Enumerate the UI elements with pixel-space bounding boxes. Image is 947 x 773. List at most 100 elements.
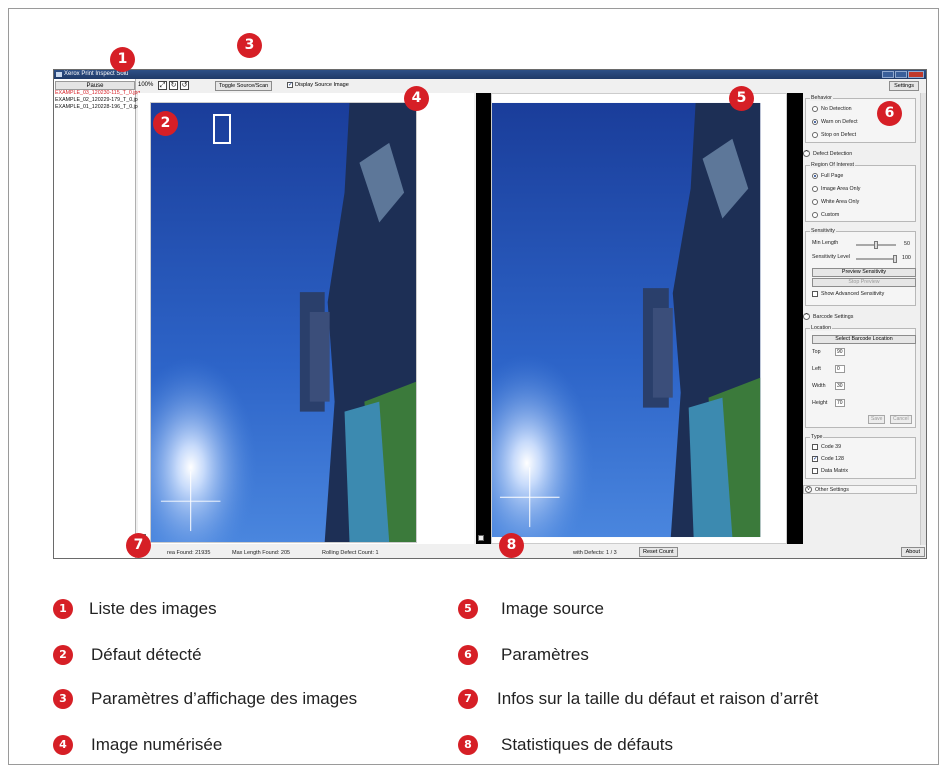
pages-with-defects: with Defects: 1 / 3 [573,550,617,556]
width-label: Width [812,383,826,389]
radio-label: White Area Only [821,199,860,205]
type-checkbox[interactable]: ✓ [812,456,818,462]
legend-text: Infos sur la taille du défaut et raison … [497,689,819,708]
callout-badge: 4 [404,86,429,111]
stop-preview-button[interactable]: Stop Preview [812,278,916,287]
sensitivity-level-slider[interactable] [856,258,896,260]
image-list-panel: Pause EXAMPLE_03_120230-115_T_0.jpg EXAM… [54,79,141,558]
legend-text: Paramètres [501,645,589,664]
callout-badge: 8 [499,533,524,558]
radio-label: Custom [821,212,840,218]
width-input[interactable]: 30 [835,382,845,390]
settings-scrollbar[interactable] [920,93,926,545]
radio-label: Warn on Defect [821,119,858,125]
left-input[interactable]: 0 [835,365,845,373]
checkbox-label: Data Matrix [821,468,849,474]
defect-detection-header[interactable]: ^ Defect Detection [803,150,852,157]
radio-button[interactable] [812,199,818,205]
fit-to-window-icon[interactable]: ⤢ [158,81,167,90]
close-icon[interactable] [908,71,924,78]
callout-badge: 3 [237,33,262,58]
radio-label: Full Page [821,173,844,179]
top-label: Top [812,349,821,355]
settings-button[interactable]: Settings [889,81,919,91]
advanced-checkbox[interactable] [812,291,818,297]
radio-white-area-only[interactable]: White Area Only [812,199,859,205]
cancel-button[interactable]: Cancel [890,415,912,424]
legend-badge: 2 [53,645,73,665]
legend-badge: 3 [53,689,73,709]
defect-highlight-box[interactable] [213,114,231,144]
height-input[interactable]: 70 [835,399,845,407]
radio-stop-on-defect[interactable]: Stop on Defect [812,132,856,138]
legend-text: Paramètres d’affichage des images [91,689,358,708]
figure-frame: Xerox Print Inspect Solu Pause EXAMPLE_0… [8,8,939,765]
show-advanced-sensitivity[interactable]: Show Advanced Sensitivity [812,291,884,297]
section-label: Defect Detection [813,150,853,157]
list-item[interactable]: EXAMPLE_01_120228-196_T_0.jpg [54,104,141,111]
minimize-icon[interactable] [882,71,894,78]
radio-button[interactable] [812,132,818,138]
sensitivity-level-thumb[interactable] [893,255,897,263]
rotate-left-icon[interactable]: ↺ [180,81,189,90]
other-settings-header[interactable]: v Other Settings [803,485,917,494]
source-image-panel [476,93,846,544]
window-controls [882,71,924,78]
list-item[interactable]: EXAMPLE_03_120230-115_T_0.jpg [54,90,140,97]
save-button[interactable]: Save [868,415,886,424]
select-barcode-location-button[interactable]: Select Barcode Location [812,335,916,344]
expand-icon[interactable]: v [805,486,812,493]
toggle-source-scan-button[interactable]: Toggle Source/Scan [215,81,273,91]
top-input[interactable]: 90 [835,348,845,356]
maximize-icon[interactable] [895,71,907,78]
radio-button[interactable] [812,119,818,125]
radio-warn-on-defect[interactable]: Warn on Defect [812,119,858,125]
checkbox-label: Code 39 [821,444,842,450]
legend-badge: 1 [53,599,73,619]
type-checkbox[interactable] [812,444,818,450]
radio-custom[interactable]: Custom [812,212,839,218]
preview-sensitivity-button[interactable]: Preview Sensitivity [812,268,916,277]
min-length-thumb[interactable] [874,241,878,249]
collapse-icon[interactable]: ^ [803,313,810,320]
image-toolbar: 100% ⤢ ↻ ↺ Toggle Source/Scan ✓ Display … [137,80,926,92]
pause-button[interactable]: Pause [55,81,135,90]
sensitivity-title: Sensitivity [810,228,836,234]
radio-image-area-only[interactable]: Image Area Only [812,186,860,192]
legend-badge: 5 [458,599,478,619]
radio-full-page[interactable]: Full Page [812,173,843,179]
radio-button[interactable] [812,212,818,218]
collapse-icon[interactable]: ^ [803,150,810,157]
type-code-128[interactable]: ✓ Code 128 [812,456,844,462]
rotate-right-icon[interactable]: ↻ [169,81,178,90]
list-item[interactable]: EXAMPLE_02_120229-179_T_0.jpg [54,97,141,104]
radio-label: No Detection [821,106,852,112]
radio-button[interactable] [812,186,818,192]
left-label: Left [812,366,821,372]
radio-button[interactable] [812,106,818,112]
scanned-page [150,102,417,543]
scanned-image-panel [138,93,474,544]
radio-button[interactable] [812,173,818,179]
type-checkbox[interactable] [812,468,818,474]
sensitivity-level-label: Sensitivity Level [812,254,850,260]
about-button[interactable]: About [900,547,925,557]
callout-badge: 6 [877,101,902,126]
sensitivity-level-value: 100 [902,255,911,261]
reset-count-button[interactable]: Reset Count [639,547,678,557]
display-source-toggle[interactable]: ✓ Display Source Image [287,82,349,88]
min-length-value: 50 [904,241,910,247]
sensitivity-group: Sensitivity Min Length 50 Sensitivity Le… [805,228,916,306]
barcode-settings-header[interactable]: ^ Barcode Settings [803,313,853,320]
radio-no-detection[interactable]: No Detection [812,106,852,112]
display-source-checkbox[interactable]: ✓ [287,82,293,88]
legend-badge: 6 [458,645,478,665]
settings-panel: Behavior No Detection Warn on Defect Sto… [803,93,919,544]
radio-label: Stop on Defect [821,132,857,138]
callout-badge: 5 [729,86,754,111]
type-code-39[interactable]: Code 39 [812,444,841,450]
legend-text: Image numérisée [91,735,223,754]
barcode-type-group: Type Code 39 ✓ Code 128 Data Matrix [805,434,916,479]
type-data-matrix[interactable]: Data Matrix [812,468,848,474]
panel-corner-icon[interactable] [478,535,484,541]
